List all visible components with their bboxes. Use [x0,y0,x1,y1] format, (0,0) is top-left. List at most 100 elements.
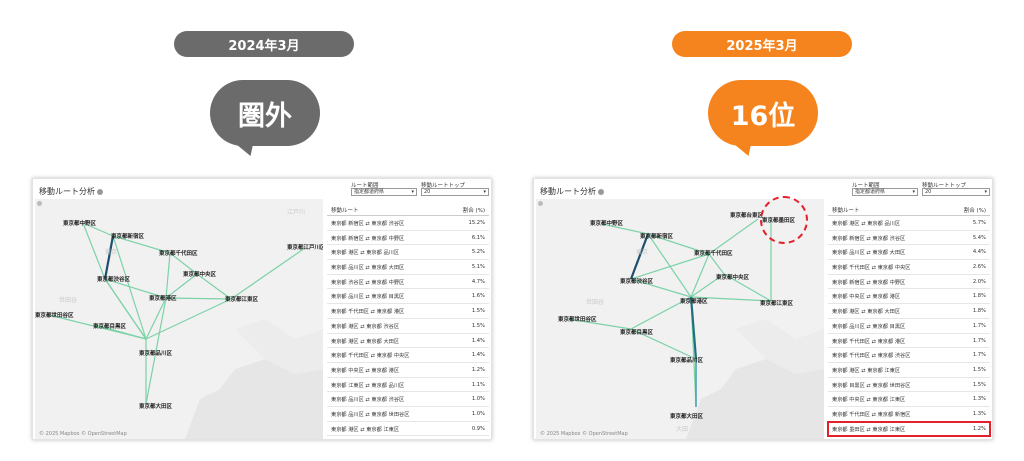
table-row[interactable]: 東京都 品川区 ⇄ 東京都 渋谷区 1.0% [327,392,489,407]
route-cell: 東京都 品川区 ⇄ 東京都 目黒区 [832,323,906,330]
col-ratio-header: 割合 (%) [462,208,485,214]
table-row[interactable]: 東京都 新宿区 ⇄ 東京都 中野区 2.0% [828,275,990,290]
ratio-cell: 1.3% [972,396,986,403]
info-icon[interactable] [598,188,604,195]
route-analysis-panel-2024: 移動ルート分析 ルート範囲 指定都道府県 ▾ 移動ルートトップ 20 ▾ 東京 … [32,178,492,440]
table-row[interactable]: 東京都 品川区 ⇄ 東京都 大田区 4.4% [828,245,990,261]
route-top-select[interactable]: 20 ▾ [922,188,990,196]
map-attribution: © 2025 Mapbox © OpenStreetMap [39,431,127,437]
map-label-meguro: 東京都目黒区 [620,330,654,336]
map-reset-dot[interactable] [538,201,543,206]
route-cell: 東京都 渋谷区 ⇄ 東京都 中野区 [331,279,405,286]
table-row[interactable]: 東京都 千代田区 ⇄ 東京都 港区 1.5% [327,304,489,319]
table-row[interactable]: 東京都 千代田区 ⇄ 東京都 新宿区 1.3% [828,407,990,422]
table-row[interactable]: 東京都 港区 ⇄ 東京都 江東区 0.9% [327,422,489,437]
table-row[interactable]: 東京都 港区 ⇄ 東京都 渋谷区 1.5% [327,319,489,334]
map-label-nakano: 東京都中野区 [590,221,624,227]
col-route-header: 移動ルート [331,208,359,214]
table-row[interactable]: 東京都 品川区 ⇄ 東京都 大田区 5.1% [327,260,489,275]
map-label-chiyoda: 東京都千代田区 [694,251,733,257]
chevron-down-icon: ▾ [984,189,987,195]
table-row[interactable]: 東京都 目黒区 ⇄ 東京都 世田谷区 1.5% [828,378,990,393]
map-background [48,222,323,439]
rank-bubble-2025: 16位 [708,80,818,146]
table-row[interactable]: 東京都 千代田区 ⇄ 東京都 渋谷区 1.7% [828,348,990,363]
table-row[interactable]: 東京都 千代田区 ⇄ 東京都 中央区 1.4% [327,348,489,363]
col-ratio-header: 割合 (%) [963,208,986,214]
route-range-select[interactable]: 指定都道府県 ▾ [852,188,918,196]
table-row[interactable]: 東京都 中央区 ⇄ 東京都 港区 1.8% [828,289,990,305]
table-row[interactable]: 東京都 港区 ⇄ 東京都 品川区 5.7% [828,216,990,231]
table-row[interactable]: 東京都 中央区 ⇄ 東京都 江東区 1.3% [828,392,990,407]
table-row[interactable]: 東京都 千代田区 ⇄ 東京都 港区 1.7% [828,334,990,349]
map-label-shibuya: 東京都渋谷区 [620,279,654,285]
ratio-cell: 4.7% [471,278,485,285]
ratio-cell: 1.3% [972,410,986,417]
route-top-select[interactable]: 20 ▾ [421,188,489,196]
route-cell: 東京都 中央区 ⇄ 東京都 江東区 [832,397,906,404]
map-reset-dot[interactable] [37,201,42,206]
map-bg-label: 江戸川 [287,209,306,216]
route-cell: 東京都 千代田区 ⇄ 東京都 渋谷区 [832,353,911,360]
table-row[interactable]: 東京都 品川区 ⇄ 東京都 世田谷区 1.0% [327,407,489,422]
table-row[interactable]: 東京都 江東区 ⇄ 東京都 品川区 1.1% [327,378,489,393]
route-cell: 東京都 千代田区 ⇄ 東京都 港区 [832,338,906,345]
map-label-minato: 東京都港区 [680,299,708,305]
ratio-cell: 1.6% [471,293,485,300]
ratio-cell: 4.4% [972,249,986,256]
route-cell: 東京都 新宿区 ⇄ 東京都 中野区 [331,235,405,242]
chevron-down-icon: ▾ [912,189,915,195]
panel-title: 移動ルート分析 [39,186,103,197]
route-table-2025: 移動ルート 割合 (%) 東京都 港区 ⇄ 東京都 品川区 5.7% 東京都 新宿区… [827,204,991,438]
table-row[interactable]: 東京都 港区 ⇄ 東京都 江東区 1.5% [828,363,990,378]
table-row[interactable]: 東京都 渋谷区 ⇄ 東京都 中野区 4.7% [327,275,489,290]
route-cell: 東京都 品川区 ⇄ 東京都 目黒区 [331,294,405,301]
route-cell: 東京都 品川区 ⇄ 東京都 渋谷区 [331,397,405,404]
table-row[interactable]: 東京都 品川区 ⇄ 東京都 目黒区 1.6% [327,289,489,305]
route-cell: 東京都 新宿区 ⇄ 東京都 中野区 [832,279,906,286]
table-row[interactable]: 東京都 新宿区 ⇄ 東京都 渋谷区 15.2% [327,216,489,231]
info-icon[interactable] [97,188,103,195]
map-bg-label: 大田 [676,426,689,433]
map-label-chuo: 東京都中央区 [716,275,750,281]
route-cell: 東京都 品川区 ⇄ 東京都 世田谷区 [331,411,410,418]
ratio-cell: 2.6% [972,264,986,271]
map-bg-label: 東京 [636,249,649,256]
route-cell: 東京都 港区 ⇄ 東京都 大田区 [331,338,400,345]
ratio-cell: 2.0% [972,278,986,285]
ratio-cell: 1.5% [972,366,986,373]
route-cell: 東京都 港区 ⇄ 東京都 大田区 [832,309,901,316]
table-row[interactable]: 東京都 港区 ⇄ 東京都 品川区 5.2% [327,245,489,261]
route-range-select[interactable]: 指定都道府県 ▾ [351,188,417,196]
table-row[interactable]: 東京都 港区 ⇄ 東京都 大田区 1.8% [828,304,990,319]
table-row[interactable]: 東京都 千代田区 ⇄ 東京都 中央区 2.6% [828,260,990,275]
route-cell: 東京都 中央区 ⇄ 東京都 港区 [832,294,901,301]
route-cell: 東京都 品川区 ⇄ 東京都 大田区 [832,250,906,257]
route-cell: 東京都 品川区 ⇄ 東京都 大田区 [331,265,405,272]
map-label-taito: 東京都台東区 [730,213,764,219]
map-bg-label: 世田谷 [59,297,78,304]
ratio-cell: 15.2% [468,220,485,226]
table-row[interactable]: 東京都 新宿区 ⇄ 東京都 中野区 6.1% [327,231,489,246]
table-row[interactable]: 東京都 港区 ⇄ 東京都 大田区 1.4% [327,334,489,349]
ratio-cell: 1.0% [471,410,485,417]
route-map[interactable]: 東京 世田谷 江戸川 東京都中野区 東京都新宿区 東京都千代田区 東京都中央区 … [35,199,323,439]
col-route-header: 移動ルート [832,208,860,214]
ratio-cell: 5.2% [471,249,485,256]
map-label-shibuya: 東京都渋谷区 [97,277,131,283]
map-label-ota: 東京都大田区 [139,404,173,410]
table-row[interactable]: 東京都 品川区 ⇄ 東京都 目黒区 1.7% [828,319,990,334]
ratio-cell: 5.1% [471,264,485,271]
ratio-cell: 1.8% [972,308,986,315]
map-label-shinagawa: 東京都品川区 [139,351,173,357]
table-row-highlighted[interactable]: 東京都 墨田区 ⇄ 東京都 江東区 1.2% [827,420,991,438]
rank-bubble-2024: 圏外 [210,80,320,146]
route-cell: 東京都 港区 ⇄ 東京都 江東区 [832,367,901,374]
map-label-setagaya: 東京都世田谷区 [35,313,74,319]
table-row[interactable]: 東京都 中央区 ⇄ 東京都 港区 1.2% [327,363,489,378]
route-table-2024: 移動ルート 割合 (%) 東京都 新宿区 ⇄ 東京都 渋谷区 15.2% 東京都 新… [327,204,489,437]
chevron-down-icon: ▾ [411,189,414,195]
table-row[interactable]: 東京都 新宿区 ⇄ 東京都 渋谷区 5.4% [828,231,990,246]
map-label-minato: 東京都港区 [149,296,177,302]
map-label-koto: 東京都江東区 [760,301,794,307]
